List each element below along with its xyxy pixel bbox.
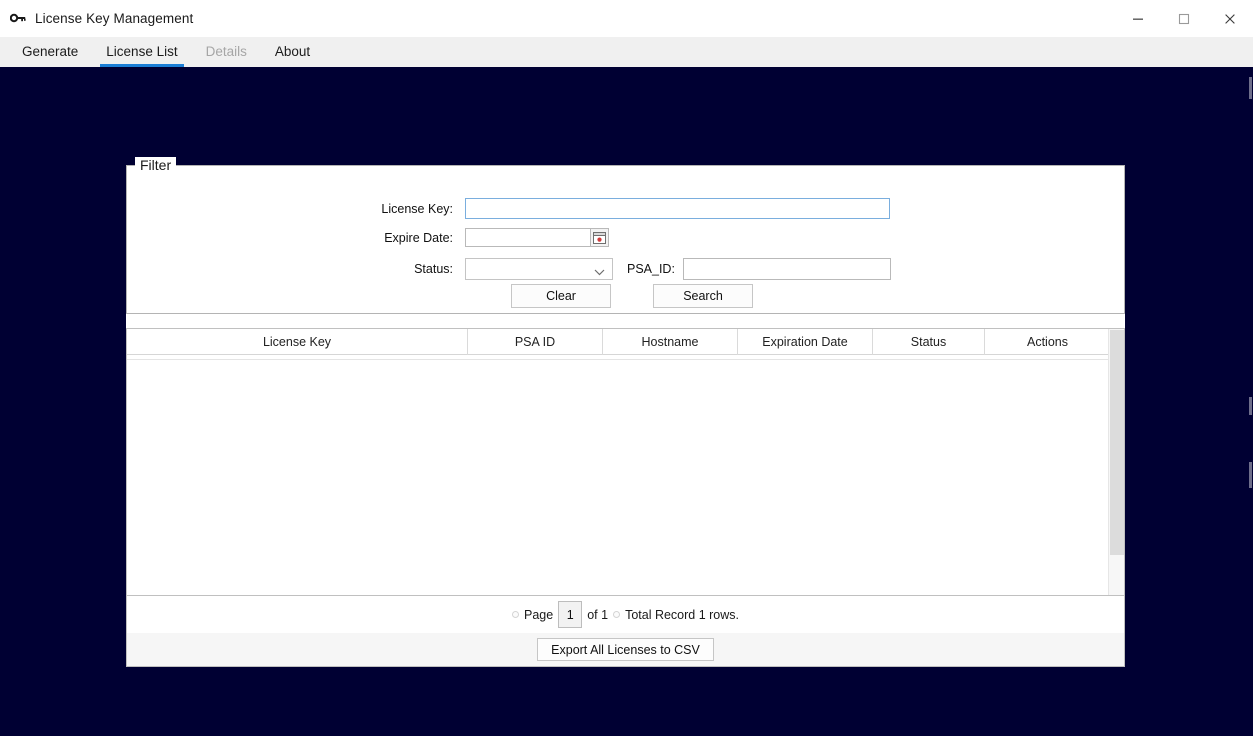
column-header-expiration-date[interactable]: Expiration Date — [738, 329, 873, 355]
total-records-label: Total Record 1 rows. — [625, 608, 739, 622]
license-key-label: License Key: — [373, 202, 453, 216]
cell-expiration-date: XX-XX-XX — [738, 355, 873, 360]
main-tabbar: Generate License List Details About — [0, 37, 1253, 67]
cell-status: XXXX — [873, 355, 985, 360]
tab-details-label: Details — [206, 44, 247, 59]
tab-generate[interactable]: Generate — [8, 37, 92, 67]
export-csv-button[interactable]: Export All Licenses to CSV — [537, 638, 714, 661]
column-header-actions[interactable]: Actions — [985, 329, 1110, 355]
panel-footer: Export All Licenses to CSV — [126, 633, 1125, 667]
calendar-icon[interactable] — [590, 228, 609, 247]
table-scrollbar-thumb[interactable] — [1110, 330, 1124, 555]
pagination-bar: Page 1 of 1 Total Record 1 rows. — [126, 596, 1125, 633]
cell-license-key: XXXXX-XXXX-XXXXXXXX-XXXXXXXX-XXXXX — [127, 355, 468, 360]
page-number-input[interactable]: 1 — [558, 601, 582, 628]
psa-id-input[interactable] — [683, 258, 891, 280]
filter-expire-date-row: Expire Date: — [373, 228, 609, 247]
maximize-icon[interactable] — [1161, 0, 1207, 37]
page-label: Page — [524, 608, 553, 622]
tab-about[interactable]: About — [261, 37, 324, 67]
tab-details: Details — [192, 37, 261, 67]
license-table: License Key PSA ID Hostname Expiration D… — [126, 328, 1125, 596]
window-title: License Key Management — [35, 11, 193, 26]
tab-license-list-label: License List — [106, 44, 177, 59]
status-select[interactable] — [465, 258, 613, 280]
table-body: XXXXX-XXXX-XXXXXXXX-XXXXXXXX-XXXXX XXXXX… — [127, 355, 1124, 360]
column-header-psa-id[interactable]: PSA ID — [468, 329, 603, 355]
license-key-input[interactable] — [465, 198, 890, 219]
license-list-panel: Filter License Key: Expire Date: — [126, 165, 1125, 667]
expire-date-label: Expire Date: — [373, 231, 453, 245]
table-row[interactable]: XXXXX-XXXX-XXXXXXXX-XXXXXXXX-XXXXX XXXXX… — [127, 355, 1124, 360]
table-vertical-scrollbar[interactable] — [1108, 329, 1124, 595]
window-titlebar: License Key Management — [0, 0, 1253, 37]
page-of-label: of 1 — [587, 608, 608, 622]
prev-page-icon[interactable] — [512, 611, 519, 618]
column-header-status[interactable]: Status — [873, 329, 985, 355]
filter-license-key-row: License Key: — [373, 198, 890, 219]
status-label: Status: — [373, 262, 453, 276]
key-icon — [9, 9, 27, 27]
filter-group: Filter License Key: Expire Date: — [126, 165, 1125, 314]
cell-hostname: XXXXX — [603, 355, 738, 360]
next-page-icon[interactable] — [613, 611, 620, 618]
tab-generate-label: Generate — [22, 44, 78, 59]
search-button[interactable]: Search — [653, 284, 753, 308]
cell-actions[interactable]: … — [985, 355, 1110, 360]
window-edge-scrollbar[interactable] — [1248, 67, 1253, 736]
filter-buttons-row: Clear Search — [511, 284, 753, 308]
table-header-row: License Key PSA ID Hostname Expiration D… — [127, 329, 1124, 355]
tab-about-label: About — [275, 44, 310, 59]
clear-button[interactable]: Clear — [511, 284, 611, 308]
column-header-hostname[interactable]: Hostname — [603, 329, 738, 355]
expire-date-input[interactable] — [465, 228, 591, 247]
cell-psa-id: XXXXX — [468, 355, 603, 360]
tab-license-list[interactable]: License List — [92, 37, 191, 67]
psa-id-label: PSA_ID: — [627, 262, 683, 276]
window-controls — [1115, 0, 1253, 37]
close-icon[interactable] — [1207, 0, 1253, 37]
chevron-down-icon — [594, 263, 605, 281]
column-header-license-key[interactable]: License Key — [127, 329, 468, 355]
minimize-icon[interactable] — [1115, 0, 1161, 37]
filter-status-row: Status: PSA_ID: — [373, 258, 891, 280]
filter-group-legend: Filter — [135, 157, 176, 173]
